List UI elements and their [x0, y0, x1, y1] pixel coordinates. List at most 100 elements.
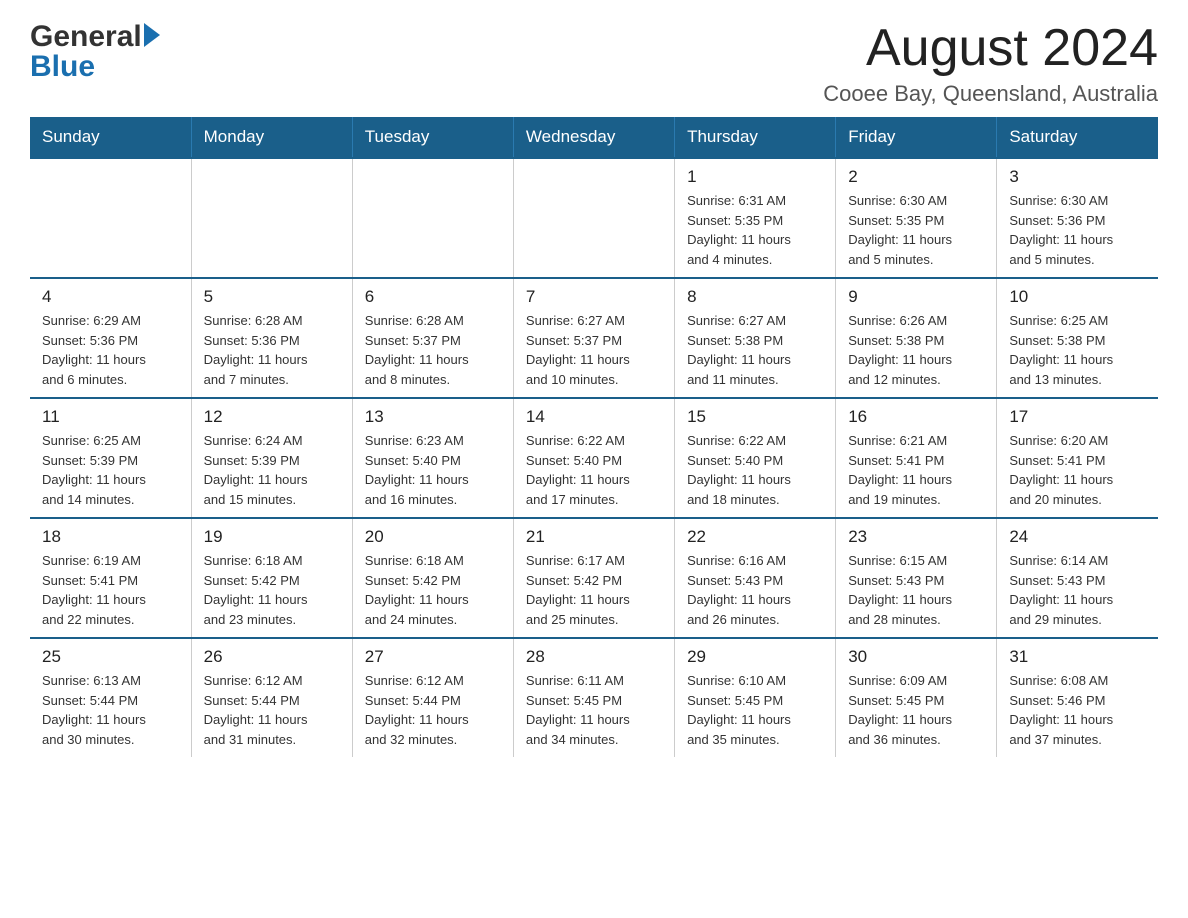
day-number: 5: [204, 287, 340, 307]
calendar-cell: 4 Sunrise: 6:29 AMSunset: 5:36 PMDaylight…: [30, 278, 191, 398]
weekday-header-friday: Friday: [836, 117, 997, 158]
day-info: Sunrise: 6:14 AMSunset: 5:43 PMDaylight:…: [1009, 551, 1146, 629]
logo-blue-text: Blue: [30, 50, 95, 84]
day-number: 1: [687, 167, 823, 187]
calendar-cell: 9 Sunrise: 6:26 AMSunset: 5:38 PMDaylight…: [836, 278, 997, 398]
day-number: 4: [42, 287, 179, 307]
day-info: Sunrise: 6:20 AMSunset: 5:41 PMDaylight:…: [1009, 431, 1146, 509]
day-info: Sunrise: 6:27 AMSunset: 5:37 PMDaylight:…: [526, 311, 662, 389]
calendar-cell: 16 Sunrise: 6:21 AMSunset: 5:41 PMDayligh…: [836, 398, 997, 518]
calendar-week-3: 11 Sunrise: 6:25 AMSunset: 5:39 PMDayligh…: [30, 398, 1158, 518]
weekday-header-wednesday: Wednesday: [513, 117, 674, 158]
day-number: 6: [365, 287, 501, 307]
day-number: 20: [365, 527, 501, 547]
day-number: 16: [848, 407, 984, 427]
calendar-week-4: 18Sunrise: 6:19 AMSunset: 5:41 PMDayligh…: [30, 518, 1158, 638]
calendar-cell: 21Sunrise: 6:17 AMSunset: 5:42 PMDayligh…: [513, 518, 674, 638]
calendar-week-5: 25 Sunrise: 6:13 AMSunset: 5:44 PMDayligh…: [30, 638, 1158, 757]
day-info: Sunrise: 6:30 AMSunset: 5:36 PMDaylight:…: [1009, 191, 1146, 269]
logo-arrow-icon: [144, 23, 160, 47]
calendar-cell: [30, 158, 191, 278]
calendar-cell: 5 Sunrise: 6:28 AMSunset: 5:36 PMDaylight…: [191, 278, 352, 398]
day-info: Sunrise: 6:13 AMSunset: 5:44 PMDaylight:…: [42, 671, 179, 749]
day-number: 7: [526, 287, 662, 307]
calendar-table: SundayMondayTuesdayWednesdayThursdayFrid…: [30, 117, 1158, 757]
calendar-cell: 28 Sunrise: 6:11 AMSunset: 5:45 PMDayligh…: [513, 638, 674, 757]
day-info: Sunrise: 6:09 AMSunset: 5:45 PMDaylight:…: [848, 671, 984, 749]
calendar-cell: 6 Sunrise: 6:28 AMSunset: 5:37 PMDaylight…: [352, 278, 513, 398]
day-info: Sunrise: 6:29 AMSunset: 5:36 PMDaylight:…: [42, 311, 179, 389]
calendar-cell: [513, 158, 674, 278]
calendar-cell: 7 Sunrise: 6:27 AMSunset: 5:37 PMDaylight…: [513, 278, 674, 398]
day-info: Sunrise: 6:25 AMSunset: 5:38 PMDaylight:…: [1009, 311, 1146, 389]
day-info: Sunrise: 6:22 AMSunset: 5:40 PMDaylight:…: [687, 431, 823, 509]
day-info: Sunrise: 6:31 AMSunset: 5:35 PMDaylight:…: [687, 191, 823, 269]
day-info: Sunrise: 6:22 AMSunset: 5:40 PMDaylight:…: [526, 431, 662, 509]
day-number: 3: [1009, 167, 1146, 187]
day-number: 28: [526, 647, 662, 667]
day-number: 21: [526, 527, 662, 547]
calendar-cell: 11 Sunrise: 6:25 AMSunset: 5:39 PMDayligh…: [30, 398, 191, 518]
title-block: August 2024 Cooee Bay, Queensland, Austr…: [823, 20, 1158, 107]
day-number: 22: [687, 527, 823, 547]
day-number: 2: [848, 167, 984, 187]
page-title: August 2024: [823, 20, 1158, 77]
day-info: Sunrise: 6:28 AMSunset: 5:37 PMDaylight:…: [365, 311, 501, 389]
weekday-header-thursday: Thursday: [675, 117, 836, 158]
day-info: Sunrise: 6:12 AMSunset: 5:44 PMDaylight:…: [204, 671, 340, 749]
day-info: Sunrise: 6:12 AMSunset: 5:44 PMDaylight:…: [365, 671, 501, 749]
day-info: Sunrise: 6:28 AMSunset: 5:36 PMDaylight:…: [204, 311, 340, 389]
day-number: 17: [1009, 407, 1146, 427]
day-info: Sunrise: 6:26 AMSunset: 5:38 PMDaylight:…: [848, 311, 984, 389]
page-header: General Blue August 2024 Cooee Bay, Quee…: [30, 20, 1158, 107]
day-info: Sunrise: 6:08 AMSunset: 5:46 PMDaylight:…: [1009, 671, 1146, 749]
calendar-cell: 15 Sunrise: 6:22 AMSunset: 5:40 PMDayligh…: [675, 398, 836, 518]
calendar-cell: 23 Sunrise: 6:15 AMSunset: 5:43 PMDayligh…: [836, 518, 997, 638]
day-number: 23: [848, 527, 984, 547]
weekday-header-saturday: Saturday: [997, 117, 1158, 158]
calendar-cell: 22 Sunrise: 6:16 AMSunset: 5:43 PMDayligh…: [675, 518, 836, 638]
day-number: 27: [365, 647, 501, 667]
day-info: Sunrise: 6:27 AMSunset: 5:38 PMDaylight:…: [687, 311, 823, 389]
day-number: 31: [1009, 647, 1146, 667]
calendar-cell: 26Sunrise: 6:12 AMSunset: 5:44 PMDayligh…: [191, 638, 352, 757]
calendar-cell: 24 Sunrise: 6:14 AMSunset: 5:43 PMDayligh…: [997, 518, 1158, 638]
day-info: Sunrise: 6:30 AMSunset: 5:35 PMDaylight:…: [848, 191, 984, 269]
calendar-cell: 3 Sunrise: 6:30 AMSunset: 5:36 PMDaylight…: [997, 158, 1158, 278]
day-number: 19: [204, 527, 340, 547]
day-number: 24: [1009, 527, 1146, 547]
day-info: Sunrise: 6:19 AMSunset: 5:41 PMDaylight:…: [42, 551, 179, 629]
day-info: Sunrise: 6:21 AMSunset: 5:41 PMDaylight:…: [848, 431, 984, 509]
calendar-cell: 31 Sunrise: 6:08 AMSunset: 5:46 PMDayligh…: [997, 638, 1158, 757]
calendar-cell: 25 Sunrise: 6:13 AMSunset: 5:44 PMDayligh…: [30, 638, 191, 757]
calendar-cell: 29 Sunrise: 6:10 AMSunset: 5:45 PMDayligh…: [675, 638, 836, 757]
day-info: Sunrise: 6:23 AMSunset: 5:40 PMDaylight:…: [365, 431, 501, 509]
weekday-header-monday: Monday: [191, 117, 352, 158]
day-number: 29: [687, 647, 823, 667]
calendar-cell: 30 Sunrise: 6:09 AMSunset: 5:45 PMDayligh…: [836, 638, 997, 757]
logo-general-text: General: [30, 20, 142, 54]
calendar-cell: 19Sunrise: 6:18 AMSunset: 5:42 PMDayligh…: [191, 518, 352, 638]
day-info: Sunrise: 6:18 AMSunset: 5:42 PMDaylight:…: [365, 551, 501, 629]
day-number: 8: [687, 287, 823, 307]
calendar-cell: 10Sunrise: 6:25 AMSunset: 5:38 PMDayligh…: [997, 278, 1158, 398]
day-number: 14: [526, 407, 662, 427]
day-number: 15: [687, 407, 823, 427]
calendar-cell: [191, 158, 352, 278]
day-number: 9: [848, 287, 984, 307]
day-info: Sunrise: 6:10 AMSunset: 5:45 PMDaylight:…: [687, 671, 823, 749]
day-number: 11: [42, 407, 179, 427]
day-info: Sunrise: 6:15 AMSunset: 5:43 PMDaylight:…: [848, 551, 984, 629]
day-info: Sunrise: 6:16 AMSunset: 5:43 PMDaylight:…: [687, 551, 823, 629]
calendar-week-2: 4 Sunrise: 6:29 AMSunset: 5:36 PMDaylight…: [30, 278, 1158, 398]
calendar-cell: 14 Sunrise: 6:22 AMSunset: 5:40 PMDayligh…: [513, 398, 674, 518]
calendar-cell: 13Sunrise: 6:23 AMSunset: 5:40 PMDayligh…: [352, 398, 513, 518]
calendar-cell: [352, 158, 513, 278]
day-info: Sunrise: 6:11 AMSunset: 5:45 PMDaylight:…: [526, 671, 662, 749]
day-number: 30: [848, 647, 984, 667]
day-info: Sunrise: 6:24 AMSunset: 5:39 PMDaylight:…: [204, 431, 340, 509]
day-info: Sunrise: 6:25 AMSunset: 5:39 PMDaylight:…: [42, 431, 179, 509]
day-number: 25: [42, 647, 179, 667]
calendar-cell: 18Sunrise: 6:19 AMSunset: 5:41 PMDayligh…: [30, 518, 191, 638]
calendar-cell: 20 Sunrise: 6:18 AMSunset: 5:42 PMDayligh…: [352, 518, 513, 638]
